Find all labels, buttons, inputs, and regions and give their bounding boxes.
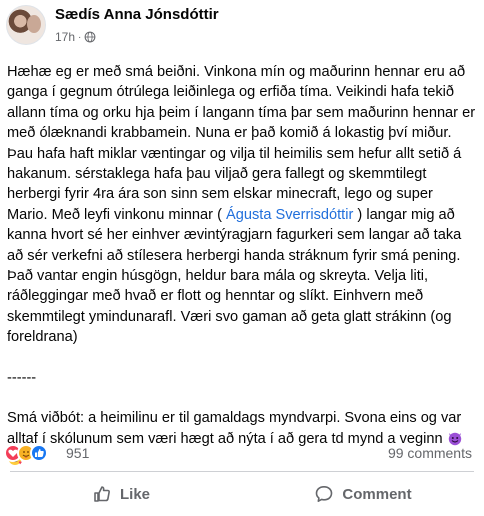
like-label: Like	[119, 485, 150, 503]
reaction-count[interactable]: 951	[66, 445, 89, 461]
avatar[interactable]	[6, 5, 46, 45]
post-header: Sædís Anna Jónsdóttir 17h ·	[0, 0, 484, 56]
post-text-part1: Hæhæ eg er með smá beiðni. Vinkona mín o…	[7, 64, 476, 223]
separator-line: ------	[7, 369, 37, 386]
post-body: Hæhæ eg er með smá beiðni. Vinkona mín o…	[7, 62, 477, 469]
mention-link[interactable]: Águsta Sverrisdóttir	[226, 207, 353, 223]
addendum-text: Smá viðbót: a heimilinu er til gamaldags…	[7, 410, 462, 447]
meta-separator: ·	[78, 31, 82, 43]
like-reaction-icon[interactable]	[30, 444, 48, 462]
post-text-part2: ) langar mig að kanna hvort sé her einhv…	[7, 206, 462, 346]
post-stats: 951 99 comments	[4, 443, 476, 463]
comment-button[interactable]: Comment	[242, 476, 484, 512]
globe-icon[interactable]	[84, 31, 96, 43]
comment-icon	[316, 486, 333, 502]
post-time[interactable]: 17h	[55, 30, 75, 44]
like-button[interactable]: Like	[0, 476, 242, 512]
post-paragraph: Hæhæ eg er með smá beiðni. Vinkona mín o…	[7, 62, 477, 348]
post-meta: 17h ·	[55, 30, 96, 44]
comments-count[interactable]: 99 comments	[388, 445, 472, 461]
comment-label: Comment	[342, 485, 412, 503]
divider	[10, 471, 474, 472]
like-icon	[94, 486, 110, 502]
author-name[interactable]: Sædís Anna Jónsdóttir	[55, 6, 219, 23]
action-bar: Like Comment	[0, 476, 484, 512]
